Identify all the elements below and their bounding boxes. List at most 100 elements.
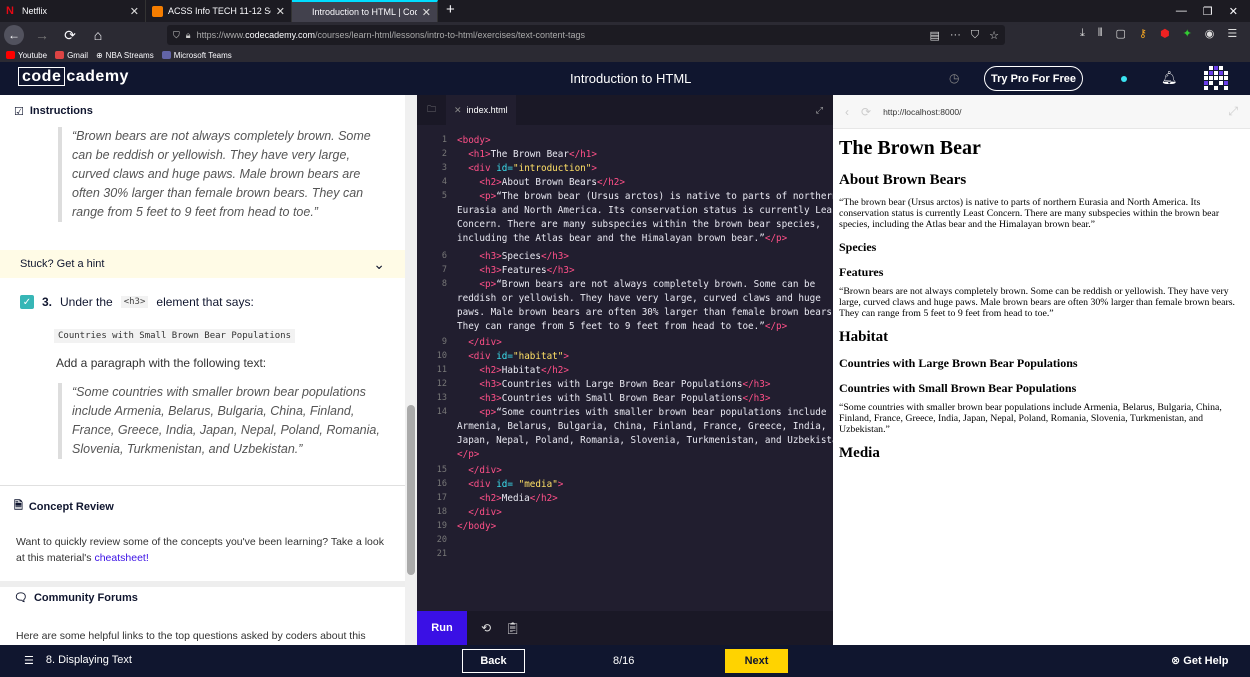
- next-button[interactable]: Next: [725, 649, 788, 673]
- back-button[interactable]: Back: [462, 649, 525, 673]
- hint-toggle[interactable]: Stuck? Get a hint ⌄: [0, 250, 405, 278]
- bookmark-gmail[interactable]: Gmail: [55, 51, 88, 60]
- close-icon[interactable]: ✕: [130, 5, 139, 18]
- instructions-panel: ☑ Instructions “Brown bears are not alway…: [0, 95, 405, 645]
- logo-text: cademy: [66, 68, 129, 85]
- shield-icon[interactable]: ⛉: [173, 30, 180, 41]
- url-path: /courses/learn-html/lessons/intro-to-htm…: [314, 30, 586, 40]
- bookmark-star-icon[interactable]: ☆: [989, 29, 999, 42]
- globe-icon: ⊕: [95, 50, 103, 60]
- preview-h3: Species: [839, 240, 877, 254]
- concept-review-text: Want to quickly review some of the conce…: [16, 534, 391, 566]
- teams-icon: [161, 51, 171, 59]
- home-icon[interactable]: ⌂: [88, 27, 108, 43]
- forum-text: Here are some helpful links to the top q…: [16, 630, 366, 642]
- try-pro-button[interactable]: Try Pro For Free: [984, 66, 1083, 91]
- new-tab-button[interactable]: +: [438, 0, 463, 22]
- timer-icon[interactable]: ◷: [949, 71, 959, 85]
- bookmark-nba[interactable]: ⊕ NBA Streams: [96, 51, 154, 60]
- reset-icon[interactable]: ⟲: [481, 621, 491, 635]
- chevron-down-icon: ⌄: [373, 255, 385, 272]
- status-dot: [1121, 76, 1127, 82]
- tab-netflix[interactable]: N Netflix ✕: [0, 0, 146, 22]
- expand-icon[interactable]: ⤢: [1228, 104, 1238, 119]
- section-title: Concept Review: [28, 500, 114, 513]
- url-prefix: https://www.: [196, 30, 246, 40]
- window-controls: — ❐ ✕: [1176, 0, 1250, 22]
- preview-h3: Features: [839, 265, 884, 279]
- youtube-icon: [6, 51, 15, 59]
- bell-icon[interactable]: 🔔︎: [1161, 70, 1178, 86]
- netflix-icon: N: [6, 4, 14, 17]
- cheatsheet-link[interactable]: cheatsheet!: [94, 552, 148, 564]
- more-icon[interactable]: ···: [950, 29, 961, 42]
- lesson-footer: ☰ 8. Displaying Text Back 8/16 Next ⊗ Get…: [0, 645, 1250, 677]
- scroll-thumb[interactable]: [407, 405, 415, 575]
- avatar[interactable]: [1204, 66, 1228, 90]
- sidebar-icon[interactable]: ▢: [1116, 27, 1126, 40]
- instructions-scrollbar[interactable]: [405, 95, 417, 645]
- url-domain: codecademy.com: [245, 30, 315, 40]
- tab-acss[interactable]: ACSS Info TECH 11-12 Semeste ✕: [146, 0, 292, 22]
- divider: [0, 485, 405, 486]
- reload-icon[interactable]: ⟳: [60, 27, 80, 44]
- hint-label: Stuck? Get a hint: [20, 258, 105, 270]
- adblock-icon[interactable]: ⬢: [1160, 27, 1170, 40]
- close-icon[interactable]: ✕: [422, 6, 431, 19]
- codecademy-logo[interactable]: code cademy: [18, 67, 129, 86]
- editor-tabs: 🗀 ✕ index.html ⤢: [417, 95, 833, 125]
- task-checkbox[interactable]: ✓: [20, 295, 34, 309]
- codecademy-header: code cademy Introduction to HTML ◷ Try Pr…: [0, 62, 1250, 95]
- bookmark-label: Gmail: [67, 50, 88, 60]
- concept-review-header[interactable]: 🗎 Concept Review: [14, 497, 114, 516]
- section-title: Community Forums: [33, 591, 138, 604]
- close-icon[interactable]: ✕: [276, 5, 285, 18]
- step-text: element that says:: [156, 295, 254, 309]
- reader-view-icon[interactable]: ▤: [929, 29, 939, 42]
- back-arrow-icon[interactable]: ←: [4, 25, 24, 45]
- restore-icon[interactable]: ❐: [1203, 5, 1213, 18]
- get-help-button[interactable]: ⊗ Get Help: [1171, 654, 1229, 667]
- step-number: 3.: [42, 295, 53, 309]
- code-snippet: Countries with Small Brown Bear Populati…: [54, 329, 295, 343]
- community-forums-header[interactable]: 🗨 Community Forums: [14, 591, 138, 605]
- preview-h3: Countries with Large Brown Bear Populati…: [839, 356, 1078, 370]
- preview-paragraph: “Brown bears are not always completely b…: [839, 286, 1235, 319]
- checkbox-icon: ☑: [14, 105, 24, 118]
- concept-text: Want to quickly review some of the conce…: [16, 536, 384, 564]
- download-icon[interactable]: ⤓: [1080, 27, 1085, 40]
- gmail-icon: [55, 51, 65, 59]
- bookmark-teams[interactable]: Microsoft Teams: [161, 50, 232, 60]
- forward-arrow-icon[interactable]: →: [32, 27, 52, 43]
- account-icon[interactable]: ◉: [1205, 27, 1215, 40]
- instructions-header[interactable]: ☑ Instructions: [0, 95, 405, 127]
- bookmark-youtube[interactable]: Youtube: [6, 51, 47, 60]
- tab-codecademy[interactable]: Introduction to HTML | Codeca ✕: [292, 0, 438, 22]
- run-button[interactable]: Run: [417, 611, 467, 645]
- lesson-menu[interactable]: ☰ 8. Displaying Text: [24, 654, 132, 667]
- file-tab[interactable]: ✕ index.html: [446, 95, 516, 125]
- reload-icon[interactable]: ⟳: [861, 105, 871, 119]
- minimize-icon[interactable]: —: [1176, 5, 1187, 17]
- run-bar: Run ⟲ 📋︎: [417, 611, 833, 645]
- extension-puzzle-icon[interactable]: ✦: [1183, 27, 1192, 40]
- clipboard-icon[interactable]: 📋︎: [505, 621, 520, 635]
- back-icon[interactable]: ‹: [845, 105, 849, 119]
- task-step: ✓ 3. Under the <h3> element that says:: [20, 295, 254, 309]
- browser-preview: ‹ ⟳ http://localhost:8000/ ⤢ The Brown B…: [833, 95, 1250, 645]
- tab-title: Introduction to HTML | Codeca: [312, 7, 417, 17]
- close-window-icon[interactable]: ✕: [1229, 5, 1238, 18]
- menu-icon[interactable]: ☰: [1227, 27, 1237, 40]
- expand-icon[interactable]: ⤢: [816, 105, 833, 116]
- library-icon[interactable]: ⫴: [1098, 27, 1103, 40]
- folder-icon[interactable]: 🗀: [427, 102, 436, 118]
- close-icon[interactable]: ✕: [454, 105, 462, 116]
- blogger-icon: [152, 5, 163, 17]
- pocket-icon[interactable]: ⛉: [971, 29, 979, 42]
- page-counter: 8/16: [613, 655, 635, 667]
- address-bar[interactable]: ⛉ 🔒︎ https://www.codecademy.com/courses/…: [167, 25, 1005, 45]
- document-icon: 🗎: [14, 500, 23, 512]
- help-icon: ⊗: [1171, 655, 1181, 667]
- extension-key-icon[interactable]: ⚷: [1139, 27, 1147, 40]
- bookmark-label: Microsoft Teams: [173, 50, 232, 60]
